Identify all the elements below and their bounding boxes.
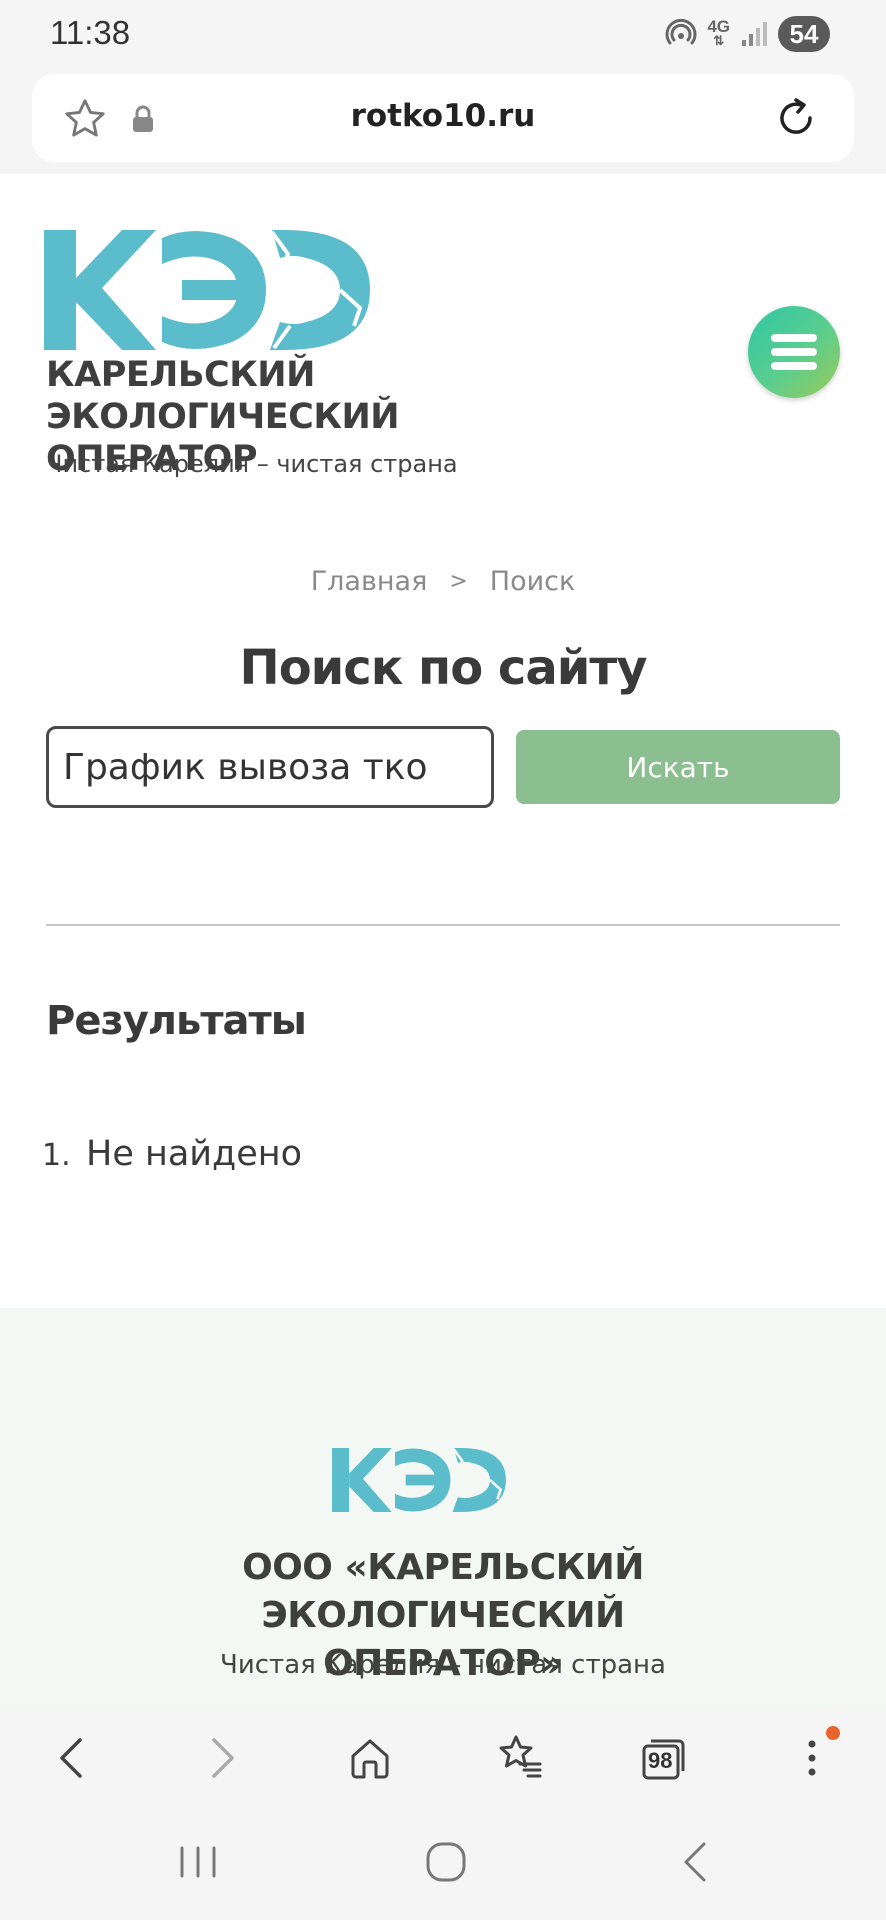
- system-home-icon[interactable]: [416, 1832, 476, 1892]
- system-nav-bar: [0, 1808, 886, 1920]
- footer-keo-logo[interactable]: [332, 1448, 506, 1512]
- footer-tagline: Чистая Карелия – чистая страна: [220, 1650, 666, 1680]
- back-arrow-icon: [60, 1738, 82, 1778]
- browser-nav-bar: 98: [0, 1708, 886, 1808]
- url-bar[interactable]: rotko10.ru: [32, 74, 854, 162]
- signal-icon: [742, 22, 767, 46]
- keo-logo[interactable]: [44, 230, 370, 350]
- more-menu-button[interactable]: [780, 1726, 844, 1790]
- bookmarks-button[interactable]: [488, 1726, 552, 1790]
- result-text: Не найдено: [86, 1134, 303, 1174]
- status-icons: 4G ⇅ 54: [665, 16, 830, 52]
- home-button[interactable]: [338, 1726, 402, 1790]
- status-bar: 11:38 4G ⇅ 54: [0, 0, 886, 68]
- status-time: 11:38: [50, 14, 131, 51]
- hotspot-icon: [665, 18, 697, 45]
- page-title: Поиск по сайту: [239, 640, 648, 696]
- tagline: Чистая Карелия – чистая страна: [46, 450, 458, 478]
- forward-button[interactable]: [190, 1726, 254, 1790]
- divider: [46, 924, 840, 926]
- battery-badge: 54: [778, 16, 830, 52]
- tabs-count: 98: [648, 1748, 673, 1773]
- network-indicator: 4G ⇅: [707, 17, 730, 48]
- forward-arrow-icon: [212, 1738, 234, 1778]
- breadcrumb-home[interactable]: Главная: [311, 566, 428, 597]
- home-icon: [351, 1739, 389, 1779]
- result-number: 1.: [42, 1138, 71, 1173]
- notification-dot: [826, 1726, 840, 1740]
- more-vertical-icon: [808, 1740, 816, 1776]
- back-button[interactable]: [40, 1726, 104, 1790]
- recent-apps-icon[interactable]: [168, 1832, 228, 1892]
- search-button[interactable]: Искать: [516, 730, 840, 804]
- menu-button[interactable]: [748, 306, 840, 398]
- results-heading: Результаты: [46, 998, 307, 1044]
- breadcrumb: Главная > Поиск: [0, 566, 886, 597]
- system-back-icon[interactable]: [666, 1832, 726, 1892]
- results-list: 1. Не найдено: [42, 1134, 302, 1174]
- browser-top-bar: rotko10.ru: [0, 68, 886, 174]
- bookmarks-star-list-icon: [499, 1735, 542, 1778]
- breadcrumb-current: Поиск: [489, 566, 576, 597]
- footer: ООО «КАРЕЛЬСКИЙ ЭКОЛОГИЧЕСКИЙ ОПЕРАТОР» …: [0, 1308, 886, 1708]
- tabs-button[interactable]: 98: [632, 1726, 696, 1790]
- url-text[interactable]: rotko10.ru: [32, 98, 854, 134]
- reload-icon[interactable]: [772, 94, 820, 142]
- breadcrumb-separator: >: [449, 569, 468, 594]
- search-input[interactable]: [46, 726, 494, 808]
